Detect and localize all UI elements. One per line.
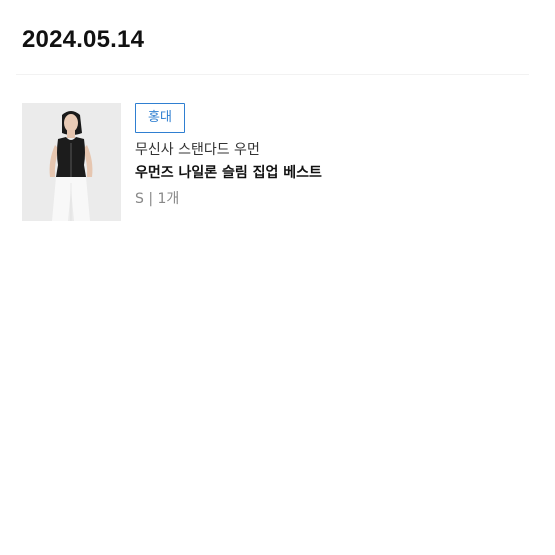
product-thumbnail[interactable]: [22, 103, 121, 221]
product-name[interactable]: 우먼즈 나일론 슬림 집업 베스트: [135, 164, 322, 182]
product-photo-icon: [22, 103, 121, 221]
store-badge: 홍대: [135, 103, 185, 133]
product-option: S | 1개: [135, 191, 180, 207]
order-item-info: 홍대 무신사 스탠다드 우먼 우먼즈 나일론 슬림 집업 베스트 S | 1개: [135, 103, 322, 223]
divider: [16, 74, 529, 75]
order-date-title: 2024.05.14: [22, 26, 145, 53]
brand-name: 무신사 스탠다드 우먼: [135, 142, 260, 158]
order-item[interactable]: 홍대 무신사 스탠다드 우먼 우먼즈 나일론 슬림 집업 베스트 S | 1개: [22, 103, 522, 223]
